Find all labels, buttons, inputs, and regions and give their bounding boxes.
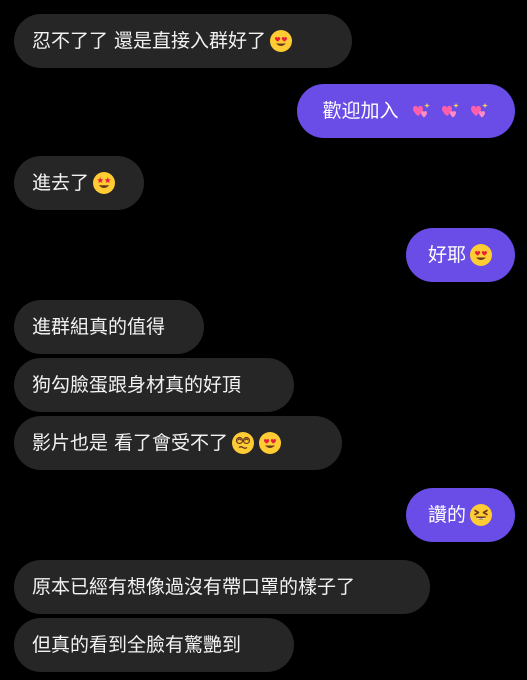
message-text: 歡迎加入 [322,99,399,122]
message-bubble-received[interactable]: 進群組真的值得 [14,300,204,354]
message-text: 進群組真的值得 [32,315,166,338]
heart-eyes-emoji-icon [269,29,293,53]
message-text: 但真的看到全臉有驚艷到 [32,633,242,656]
message-bubble-received[interactable]: 原本已經有想像過沒有帶口罩的樣子了 [14,560,430,614]
message-text: 影片也是 看了會受不了 [32,431,229,454]
message-bubble-sent[interactable]: 好耶 [406,228,515,282]
message-bubble-sent[interactable]: 讚的 [406,488,515,542]
heart-eyes-emoji-icon [258,431,282,455]
sparkling-hearts-icon [435,99,461,123]
star-struck-emoji-icon [92,171,116,195]
message-text: 好耶 [427,243,466,266]
message-text: 忍不了了 還是直接入群好了 [32,29,267,52]
message-bubble-received[interactable]: 但真的看到全臉有驚艷到 [14,618,294,672]
message-bubble-received[interactable]: 忍不了了 還是直接入群好了 [14,14,352,68]
message-text: 狗勾臉蛋跟身材真的好頂 [32,373,242,396]
message-text: 讚的 [427,503,466,526]
message-bubble-sent[interactable]: 歡迎加入 [297,84,515,138]
dizzy-face-emoji-icon [231,431,255,455]
message-text: 進去了 [32,171,90,194]
message-text: 原本已經有想像過沒有帶口罩的樣子了 [32,575,356,598]
grinning-squinting-emoji-icon [469,503,493,527]
heart-eyes-emoji-icon [469,243,493,267]
message-bubble-received[interactable]: 影片也是 看了會受不了 [14,416,342,470]
message-bubble-received[interactable]: 狗勾臉蛋跟身材真的好頂 [14,358,294,412]
sparkling-hearts-icon [406,99,432,123]
message-bubble-received[interactable]: 進去了 [14,156,144,210]
sparkling-hearts-icon [464,99,490,123]
